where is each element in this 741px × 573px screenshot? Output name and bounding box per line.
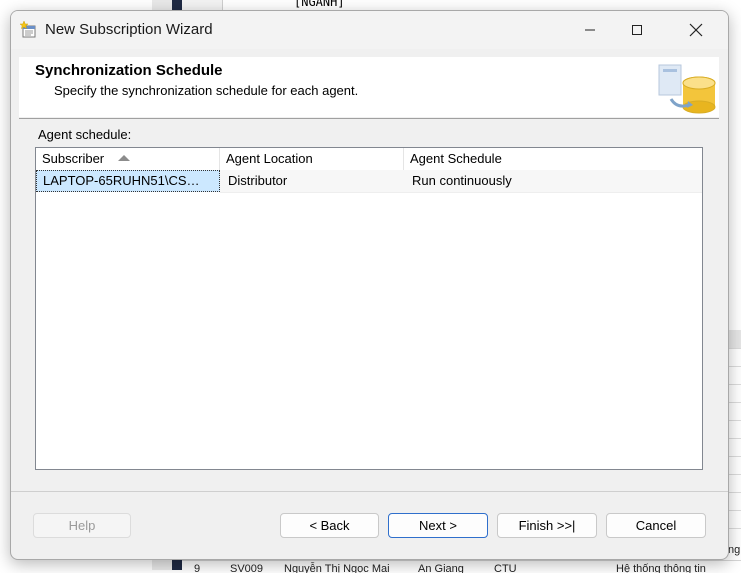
window-title: New Subscription Wizard — [45, 21, 213, 38]
subscription-wizard-dialog: New Subscription Wizard Synchronization … — [10, 10, 729, 560]
table-row[interactable]: LAPTOP-65RUHN51\CS… Distributor Run cont… — [36, 170, 702, 192]
background-cell: SV009 — [230, 563, 264, 573]
column-header-subscriber[interactable]: Subscriber — [36, 148, 220, 170]
cell-subscriber[interactable]: LAPTOP-65RUHN51\CS… — [36, 170, 220, 192]
background-cell: An Giang — [418, 563, 464, 573]
background-grid-row — [727, 456, 741, 475]
next-button[interactable]: Next > — [388, 513, 488, 538]
close-button[interactable] — [673, 11, 719, 49]
background-grid-row — [727, 348, 741, 367]
background-grid-row — [727, 510, 741, 529]
agent-schedule-label: Agent schedule: — [38, 127, 132, 142]
finish-button[interactable]: Finish >>| — [497, 513, 597, 538]
cell-agent-schedule[interactable]: Run continuously — [406, 170, 696, 192]
page-header: Synchronization Schedule Specify the syn… — [19, 57, 719, 117]
back-button[interactable]: < Back — [280, 513, 379, 538]
background-query-text: [NGANH] — [294, 0, 345, 9]
cell-agent-location[interactable]: Distributor — [222, 170, 402, 192]
column-header-label: Agent Location — [226, 151, 313, 166]
column-header-label: Agent Schedule — [410, 151, 502, 166]
close-icon — [689, 23, 703, 37]
column-header-agent-location[interactable]: Agent Location — [220, 148, 404, 170]
background-result-row: 9 SV009 Nguyễn Thị Ngọc Mai An Giang CTU… — [182, 560, 741, 573]
background-cell: 9 — [194, 563, 201, 573]
page-subtitle: Specify the synchronization schedule for… — [54, 83, 359, 98]
list-header: Subscriber Agent Location Agent Schedule — [36, 148, 702, 171]
column-header-agent-schedule[interactable]: Agent Schedule — [404, 148, 702, 170]
minimize-icon — [585, 29, 595, 31]
background-grid-row — [727, 384, 741, 403]
database-sync-icon — [658, 64, 716, 114]
background-grid-header — [727, 330, 741, 348]
help-button[interactable]: Help — [33, 513, 131, 538]
background-cell: Nguyễn Thị Ngọc Mai — [284, 563, 390, 573]
minimize-button[interactable] — [567, 11, 613, 49]
wizard-app-icon — [20, 21, 36, 38]
background-grid-row — [727, 420, 741, 439]
maximize-icon — [632, 25, 642, 35]
maximize-button[interactable] — [614, 11, 660, 49]
footer-divider — [11, 491, 728, 492]
background-cell: Hệ thống thông tin — [616, 563, 706, 573]
background-grid-row — [727, 492, 741, 511]
background-cell: CTU — [494, 563, 517, 573]
background-grid-row — [727, 438, 741, 457]
background-grid-cell: ng — [728, 544, 741, 556]
cancel-button[interactable]: Cancel — [606, 513, 706, 538]
sort-ascending-icon — [118, 154, 131, 161]
column-header-label: Subscriber — [42, 151, 105, 166]
title-bar[interactable]: New Subscription Wizard — [11, 11, 728, 49]
background-grid-row — [727, 402, 741, 421]
background-grid-row — [727, 474, 741, 493]
agent-schedule-list[interactable]: Subscriber Agent Location Agent Schedule… — [35, 147, 703, 470]
header-divider — [19, 118, 719, 119]
background-grid-row — [727, 366, 741, 385]
page-title: Synchronization Schedule — [35, 62, 223, 79]
